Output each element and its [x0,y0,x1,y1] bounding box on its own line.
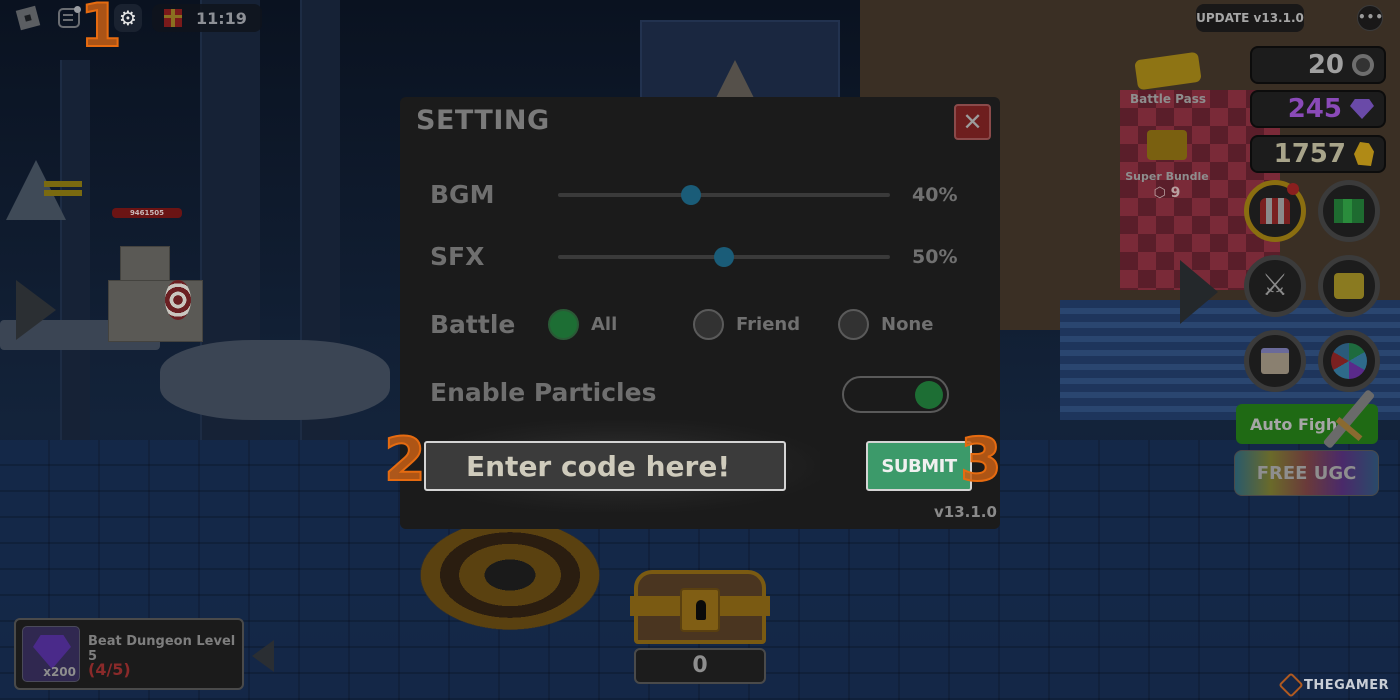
scene-snow [160,340,390,420]
enemy-hp-bar: 9461505 [112,208,182,218]
wheel-icon [1331,343,1367,379]
quest-card[interactable]: x200 Beat Dungeon Level 5 (4/5) [14,618,244,690]
notification-dot [1287,183,1299,195]
modal-title: SETTING [416,105,550,136]
bgm-slider-knob[interactable] [680,185,701,205]
currency-value: 20 [1307,50,1344,80]
quest-reward: x200 [22,626,80,682]
crossed-swords-icon: ⚔ [1261,268,1289,303]
annotation-number-1: 1 [79,0,123,61]
scene-wheel [420,520,600,630]
target-dummy-head [120,246,170,282]
lock-icon [680,588,720,632]
gift-timer[interactable]: 11:19 [152,4,262,32]
scene-arrow-right-icon [16,280,56,340]
annotation-number-2: 2 [383,425,427,495]
bgm-label: BGM [430,180,495,209]
radio-circle[interactable] [693,309,724,340]
currency-value: 1757 [1273,139,1346,169]
battle-radio-none[interactable]: None [838,309,933,340]
sfx-slider[interactable] [558,247,890,267]
close-button[interactable]: ✕ [954,104,991,140]
currency-value: 245 [1287,94,1342,124]
battle-radio-all[interactable]: All [548,309,617,340]
super-bundle-price: ⬡ 9 [1153,185,1181,201]
shop-button[interactable] [1244,180,1306,242]
battle-button[interactable]: ⚔ [1244,255,1306,317]
growth-chart-icon [1334,199,1364,223]
bgm-slider[interactable] [558,185,890,205]
toggle-knob [915,381,943,409]
auto-fight-label: Auto Fight [1250,414,1345,434]
sfx-slider-knob[interactable] [714,247,734,267]
radio-label: All [591,314,618,335]
super-bundle-label: Super Bundle [1125,170,1209,183]
calendar-icon [1261,348,1289,374]
gift-icon [164,9,182,27]
timer-text: 11:19 [196,8,247,28]
upgrade-button[interactable] [1318,180,1380,242]
target-icon [165,280,191,320]
battle-pass-label: Battle Pass [1129,92,1206,106]
treasure-chest[interactable] [630,566,770,644]
update-badge[interactable]: UPDATE v13.1.0 [1196,4,1304,32]
particles-label: Enable Particles [430,378,657,407]
annotation-number-3: 3 [959,425,1003,495]
sfx-label: SFX [430,242,485,271]
radio-circle[interactable] [838,309,869,340]
invite-friends-button[interactable] [1318,255,1380,317]
coin-icon [1352,54,1374,76]
thegamer-logo-icon [1278,672,1304,698]
reward-count: x200 [43,665,76,679]
collapse-arrow-icon[interactable] [252,640,274,672]
watermark-text: THEGAMER [1304,677,1390,693]
sfx-value: 50% [912,246,958,268]
battle-pass-button[interactable]: Battle Pass [1128,51,1208,106]
code-input[interactable] [424,441,786,491]
radio-circle[interactable] [548,309,579,340]
scene-arrow-right-icon [1180,260,1218,324]
bundle-chest-icon [1147,130,1187,160]
scene-pillar [60,60,90,440]
currency-coins: 20 [1250,46,1386,84]
scene-stripe [44,190,82,196]
radio-label: None [881,314,934,335]
gold-icon [1354,142,1374,166]
gem-icon [33,635,71,669]
currency-gold: 1757 [1250,135,1386,173]
more-options-button[interactable]: ••• [1357,5,1383,31]
version-label: v13.1.0 [934,503,997,521]
daily-rewards-button[interactable] [1244,330,1306,392]
keyhole-icon [696,600,706,620]
currency-gems: 245 [1250,90,1386,128]
shop-icon [1260,198,1290,224]
spin-wheel-button[interactable] [1318,330,1380,392]
battle-radio-friend[interactable]: Friend [693,309,800,340]
bgm-value: 40% [912,184,958,206]
super-bundle-button[interactable]: Super Bundle ⬡ 9 [1124,130,1210,201]
free-ugc-button[interactable]: FREE UGC [1234,450,1379,496]
scene-stripe [44,181,82,187]
chest-count: 0 [634,648,766,684]
particles-toggle[interactable] [842,376,949,413]
gem-icon [1350,99,1374,119]
radio-label: Friend [736,314,801,335]
battle-label: Battle [430,310,516,339]
friends-icon [1334,273,1364,299]
submit-button[interactable]: SUBMIT [866,441,972,491]
watermark: THEGAMER [1278,672,1390,698]
quest-progress: (4/5) [88,660,131,679]
ticket-icon [1134,51,1202,91]
close-icon: ✕ [962,108,983,136]
scene-arch-window [715,60,755,100]
